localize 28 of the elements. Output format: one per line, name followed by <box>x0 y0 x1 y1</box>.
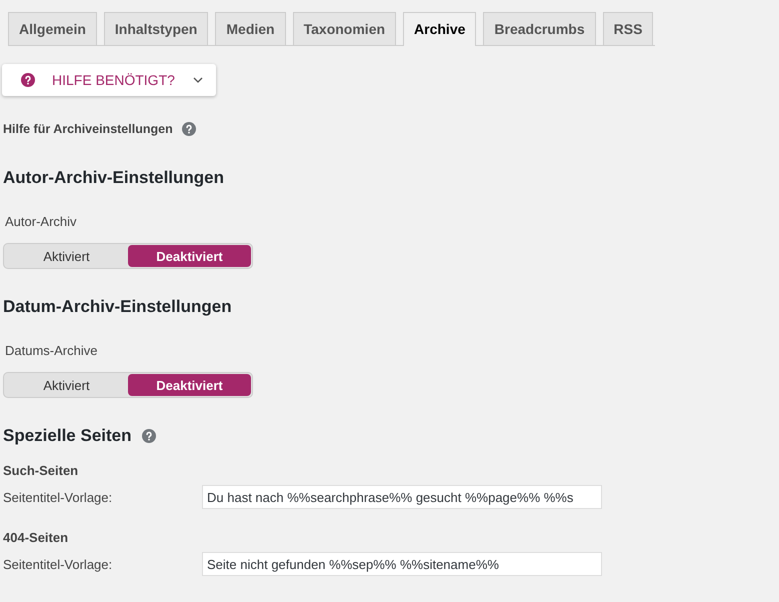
toggle-option[interactable]: Aktiviert <box>5 374 128 396</box>
help-icon[interactable] <box>21 73 35 87</box>
section-heading: Spezielle Seiten <box>3 426 132 446</box>
tab[interactable]: RSS <box>602 12 654 45</box>
field-label: Autor-Archiv <box>5 214 77 229</box>
field-label: Seitentitel-Vorlage: <box>3 490 114 504</box>
tab[interactable]: Allgemein <box>8 12 97 45</box>
toggle-option[interactable]: Deaktiviert <box>128 374 251 396</box>
tab[interactable]: Breadcrumbs <box>483 12 596 45</box>
group-title: Such-Seiten <box>3 463 78 478</box>
group-title: 404-Seiten <box>3 530 68 545</box>
toggle-option[interactable]: Deaktiviert <box>128 245 251 267</box>
help-link[interactable]: Hilfe für Archiveinstellungen <box>3 122 173 136</box>
help-icon[interactable] <box>182 122 196 136</box>
tab[interactable]: Inhaltstypen <box>104 12 208 45</box>
tab[interactable]: Medien <box>215 12 286 45</box>
field-label: Datums-Archive <box>5 343 98 358</box>
tab[interactable]: Taxonomien <box>292 12 396 45</box>
help-icon[interactable] <box>142 429 156 443</box>
input-field[interactable]: Du hast nach %%searchphrase%% gesucht %%page%% %%s <box>202 485 602 509</box>
tab[interactable]: Archive <box>403 12 476 46</box>
section-heading: Datum-Archiv-Einstellungen <box>3 297 232 317</box>
help-button[interactable]: HILFE BENÖTIGT? <box>2 64 216 96</box>
section-heading: Autor-Archiv-Einstellungen <box>3 168 224 188</box>
field-label: Seitentitel-Vorlage: <box>3 556 114 572</box>
toggle-option[interactable]: Aktiviert <box>5 245 128 267</box>
caret-icon <box>192 76 203 84</box>
input-field[interactable]: Seite nicht gefunden %%sep%% %%sitename%% <box>202 552 602 576</box>
